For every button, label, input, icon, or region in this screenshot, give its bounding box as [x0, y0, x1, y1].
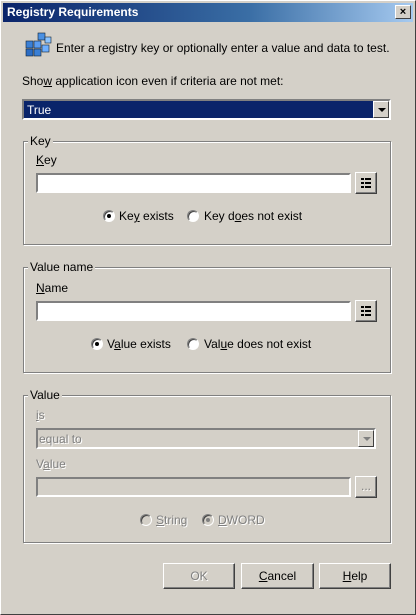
show-icon-dropdown[interactable]: True	[22, 99, 391, 120]
lbl-u: a	[43, 457, 50, 471]
value-exists-label[interactable]: Value exists	[107, 337, 171, 351]
value-group-title: Value	[28, 388, 62, 402]
lbl-u: D	[218, 513, 227, 527]
lbl-a: Ke	[119, 209, 134, 223]
lbl-u: S	[156, 513, 165, 527]
key-browse-button[interactable]	[355, 172, 377, 194]
value-name-group-title: Value name	[28, 260, 96, 274]
key-input[interactable]	[36, 173, 351, 193]
show-icon-label-mnemonic: w	[43, 74, 53, 88]
value-exists-radio[interactable]	[91, 338, 103, 350]
lbl-b: WORD	[226, 513, 265, 527]
registry-requirements-dialog: Registry Requirements × Enter a registry…	[0, 0, 416, 615]
name-label-rest: ame	[44, 281, 69, 295]
show-icon-label: Show application icon even if criteria a…	[22, 74, 283, 88]
is-dropdown[interactable]: equal to	[36, 428, 376, 449]
radio-dot	[107, 214, 111, 218]
close-button[interactable]: ×	[395, 5, 411, 19]
lbl-b: es not exist	[241, 209, 303, 223]
show-icon-selected: True	[27, 103, 52, 117]
intro-text: Enter a registry key or optionally enter…	[56, 41, 390, 55]
registry-browse-icon	[361, 306, 371, 316]
value-field-label: Value	[36, 457, 66, 471]
value-not-exists-label[interactable]: Value does not exist	[204, 337, 311, 351]
is-label-rest: s	[38, 408, 45, 422]
string-label[interactable]: String	[156, 513, 187, 527]
key-not-exists-radio[interactable]	[187, 210, 199, 222]
lbl-b: exists	[139, 209, 174, 223]
key-exists-radio[interactable]	[103, 210, 115, 222]
registry-icon	[25, 32, 52, 57]
key-label-rest: ey	[44, 153, 57, 167]
radio-dot	[206, 518, 210, 522]
help-button[interactable]: Help	[319, 563, 391, 589]
cancel-rest: ancel	[267, 569, 297, 583]
lbl-a: Key d	[204, 209, 235, 223]
lbl-u: a	[114, 337, 121, 351]
key-label-mnemonic: K	[36, 153, 45, 167]
dropdown-arrow-button[interactable]	[358, 430, 374, 447]
value-input[interactable]	[36, 477, 351, 497]
key-group-title: Key	[28, 134, 53, 148]
title-bar: Registry Requirements ×	[3, 3, 413, 22]
show-icon-label-b: application icon even if criteria are no…	[52, 74, 284, 88]
value-browse-button[interactable]: ...	[355, 476, 377, 498]
chevron-down-icon	[378, 108, 386, 112]
value-not-exists-radio[interactable]	[187, 338, 199, 350]
key-exists-label[interactable]: Key exists	[119, 209, 174, 223]
lbl-a: Val	[204, 337, 221, 351]
ok-button[interactable]: OK	[163, 563, 235, 589]
key-group: Key	[23, 134, 391, 245]
name-field-label: Name	[36, 281, 68, 295]
chevron-down-icon	[363, 437, 371, 441]
name-browse-button[interactable]	[355, 300, 377, 322]
registry-browse-icon	[361, 178, 371, 188]
is-label: is	[36, 408, 45, 422]
key-field-label: Key	[36, 153, 57, 167]
is-selected: equal to	[39, 432, 82, 446]
dropdown-arrow-button[interactable]	[373, 101, 389, 118]
lbl-b: e does not exist	[227, 337, 312, 351]
cancel-button[interactable]: Cancel	[241, 563, 314, 589]
name-input[interactable]	[36, 301, 351, 321]
string-radio[interactable]	[140, 514, 152, 526]
lbl-b: lue	[49, 457, 66, 471]
lbl-b: tring	[164, 513, 188, 527]
help-rest: elp	[351, 569, 368, 583]
name-label-mnemonic: N	[36, 281, 45, 295]
lbl-b: lue exists	[120, 337, 171, 351]
dword-radio[interactable]	[202, 514, 214, 526]
radio-dot	[95, 342, 99, 346]
window-title: Registry Requirements	[7, 5, 139, 19]
dword-label[interactable]: DWORD	[218, 513, 265, 527]
key-not-exists-label[interactable]: Key does not exist	[204, 209, 302, 223]
show-icon-label-a: Sho	[22, 74, 44, 88]
